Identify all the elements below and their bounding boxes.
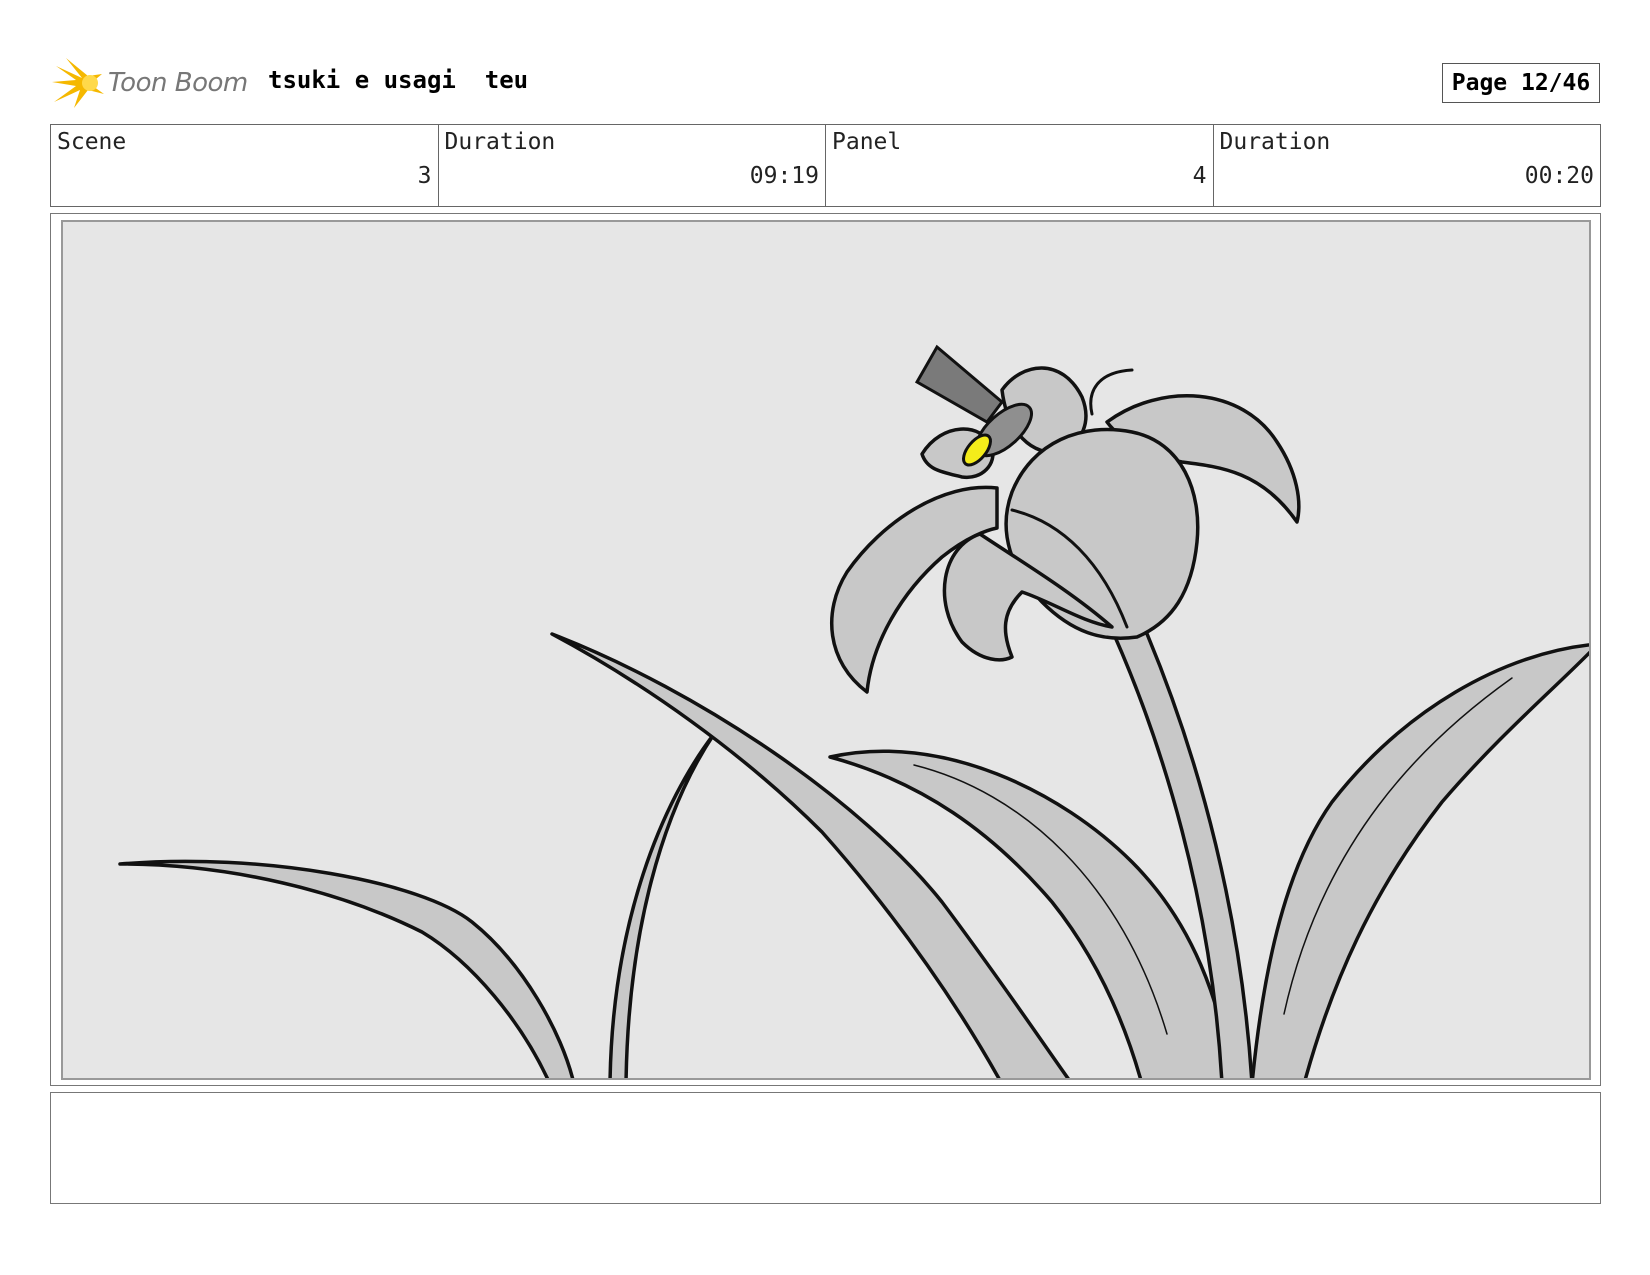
scene-cell: Scene 3	[51, 125, 439, 206]
petal-center	[1004, 427, 1200, 640]
toon-boom-logo: Toon Boom	[52, 56, 252, 110]
scene-label: Scene	[57, 129, 127, 155]
project-title: tsuki e usagi teu	[268, 66, 529, 94]
scene-duration-value: 09:19	[749, 163, 819, 189]
panel-info-table: Scene 3 Duration 09:19 Panel 4 Duration …	[50, 124, 1601, 207]
panel-duration-value: 00:20	[1524, 163, 1594, 189]
page-indicator: Page 12/46	[1442, 63, 1600, 103]
scene-value: 3	[417, 163, 432, 189]
panel-cell: Panel 4	[826, 125, 1214, 206]
scene-duration-label: Duration	[444, 129, 556, 155]
panel-label: Panel	[832, 129, 902, 155]
leaf-left	[118, 859, 575, 1078]
starburst-icon	[52, 58, 104, 108]
leaf-right	[1250, 643, 1589, 1078]
panel-value: 4	[1192, 163, 1207, 189]
panel-duration-label: Duration	[1219, 129, 1331, 155]
storyboard-panel-image	[61, 220, 1591, 1080]
lily-drawing	[118, 344, 1589, 1078]
leaf-thin	[608, 732, 716, 1078]
panel-duration-cell: Duration 00:20	[1214, 125, 1601, 206]
scene-duration-cell: Duration 09:19	[439, 125, 826, 206]
logo-text: Toon Boom	[108, 68, 248, 98]
panel-notes-box	[50, 1092, 1601, 1204]
